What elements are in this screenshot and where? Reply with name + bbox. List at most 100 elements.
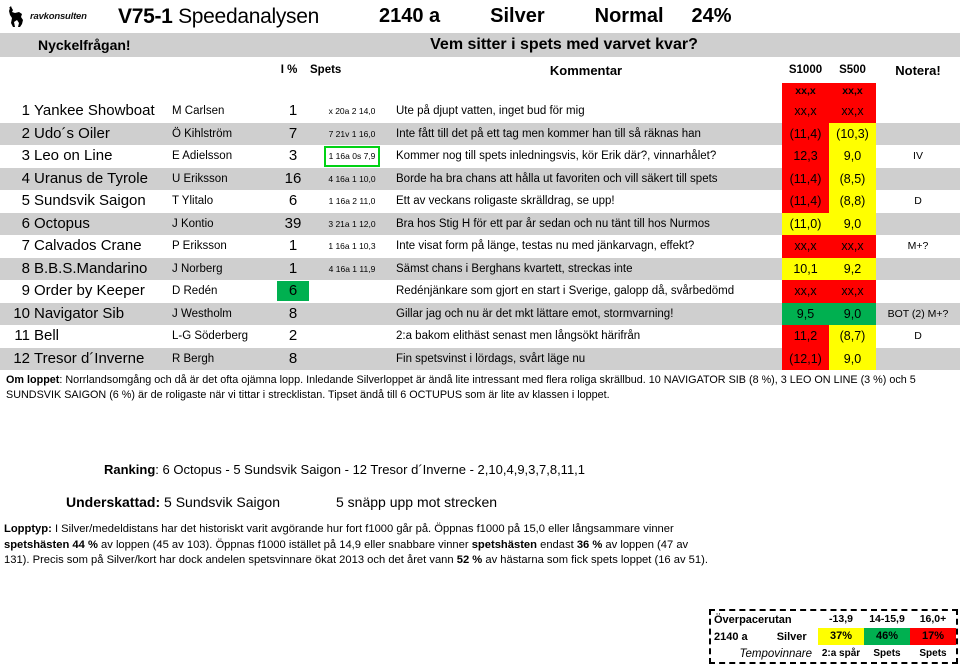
row-percent-cell: 39 bbox=[276, 213, 310, 236]
row-notera-value bbox=[876, 100, 960, 123]
row-s500-value: 9,0 bbox=[829, 302, 876, 325]
table-row: 5 Sundsvik Saigon T Ylitalo 6 1 16a 2 11,0 Et… bbox=[0, 190, 960, 213]
row-s500-value: (8,8) bbox=[829, 190, 876, 213]
row-notera-value: IV bbox=[913, 150, 923, 162]
row-percent-value: 39 bbox=[284, 214, 302, 232]
row-percent-value: 2 bbox=[288, 327, 298, 344]
row-comment: Fin spetsvinst i lördags, svårt läge nu bbox=[396, 352, 586, 365]
page-title: V75-1 Speedanalysen bbox=[118, 5, 319, 29]
row-notera-value: D bbox=[914, 330, 922, 342]
legend-spacer-horse bbox=[34, 83, 172, 100]
row-s1000-value: xx,x bbox=[782, 280, 829, 303]
row-percent-value: 8 bbox=[288, 304, 298, 322]
row-driver-name: D Redén bbox=[172, 285, 218, 297]
row-percent-cell: 7 bbox=[276, 123, 310, 146]
row-s1000-value: 9,5 bbox=[782, 302, 829, 325]
row-s1000-value: xx,x bbox=[782, 100, 829, 123]
row-horse-name: Order by Keeper bbox=[34, 282, 145, 299]
overpace-distance-class: 2140 a Silver bbox=[711, 631, 818, 643]
column-header-notera: Notera! bbox=[895, 62, 941, 78]
lopptyp-part1: I Silver/medeldistans har det historiskt… bbox=[51, 523, 674, 536]
overpace-result-2: Spets bbox=[873, 648, 901, 659]
row-s1000-value: (11,0) bbox=[782, 212, 829, 235]
row-horse-name: Leo on Line bbox=[34, 147, 113, 164]
row-start-number: 11 bbox=[14, 327, 30, 344]
row-s1000-value: (12,1) bbox=[782, 347, 829, 370]
row-comment: Sämst chans i Berghans kvartett, strecka… bbox=[396, 262, 633, 275]
row-notera-value: M+? bbox=[907, 240, 929, 252]
row-start-number: 9 bbox=[21, 282, 30, 299]
table-row: 4 Uranus de Tyrole U Eriksson 16 4 16a 1 10,… bbox=[0, 167, 960, 191]
row-start-number: 6 bbox=[21, 214, 30, 232]
row-start-number: 2 bbox=[21, 124, 30, 142]
table-row: 12 Tresor d´Inverne R Bergh 8 Fin spetsvinst… bbox=[0, 347, 960, 371]
overpace-range-1: -13,9 bbox=[829, 613, 853, 625]
row-s500-value: 9,0 bbox=[829, 145, 876, 168]
row-start-number: 7 bbox=[21, 237, 30, 254]
row-percent-value: 8 bbox=[288, 349, 298, 367]
row-driver-name: E Adielsson bbox=[172, 150, 233, 162]
row-horse-name: Tresor d´Inverne bbox=[34, 349, 145, 367]
row-percent-value: 6 bbox=[277, 281, 309, 301]
row-driver-name: J Kontio bbox=[172, 217, 214, 230]
ranking-value: : 6 Octopus - 5 Sundsvik Saigon - 12 Tre… bbox=[155, 462, 586, 478]
about-label: Om loppet bbox=[6, 374, 60, 386]
lopptyp-label: Lopptyp: bbox=[4, 523, 52, 536]
row-horse-name: Navigator Sib bbox=[34, 304, 125, 322]
row-s500-value: (10,3) bbox=[829, 122, 876, 145]
row-comment: Inte visat form på länge, testas nu med … bbox=[396, 240, 695, 252]
race-percent: 24% bbox=[691, 5, 732, 27]
row-comment: Ett av veckans roligaste skrälldrag, se … bbox=[396, 195, 615, 207]
overpace-pct-2: 46% bbox=[864, 628, 910, 645]
row-s500-value: 9,2 bbox=[829, 257, 876, 280]
row-s1000-value: (11,4) bbox=[782, 122, 829, 145]
row-driver-name: R Bergh bbox=[172, 352, 215, 365]
row-driver-name: T Ylitalo bbox=[172, 195, 214, 207]
table-row: 7 Calvados Crane P Eriksson 1 1 16a 1 10,3 In… bbox=[0, 235, 960, 258]
row-start-number: 12 bbox=[13, 349, 30, 367]
row-spets-value: 1 16a 2 11,0 bbox=[328, 196, 376, 206]
row-spets-cell bbox=[310, 348, 394, 371]
row-horse-name: Uranus de Tyrole bbox=[34, 169, 148, 187]
row-percent-value: 1 bbox=[288, 259, 298, 277]
table-row: 3 Leo on Line E Adielsson 3 1 16a 0s 7,9 Komm… bbox=[0, 145, 960, 168]
row-start-number: 3 bbox=[21, 147, 30, 164]
row-horse-name: Bell bbox=[34, 327, 60, 344]
lopptyp-part3: endast bbox=[537, 538, 577, 551]
key-question-text: Vem sitter i spets med varvet kvar? bbox=[430, 36, 698, 53]
row-notera-value bbox=[876, 258, 960, 281]
overpace-result-row: Tempovinnare 2:a spår Spets Spets bbox=[711, 645, 956, 662]
race-id: V75-1 bbox=[118, 4, 173, 28]
row-spets-cell: 7 21v 1 16,0 bbox=[310, 123, 394, 146]
row-s500-value: 9,0 bbox=[829, 212, 876, 235]
ranking-line: Ranking: 6 Octopus - 5 Sundsvik Saigon -… bbox=[0, 460, 960, 480]
row-percent-cell: 3 bbox=[276, 145, 310, 168]
row-notera-value bbox=[876, 168, 960, 191]
row-driver-name: U Eriksson bbox=[172, 172, 228, 185]
row-spets-value: 7 21v 1 16,0 bbox=[328, 128, 376, 139]
row-percent-cell: 1 bbox=[276, 258, 310, 281]
row-spets-value: 1 16a 0s 7,9 bbox=[323, 146, 381, 167]
horses-table: 1 Yankee Showboat M Carlsen 1 x 20a 2 14,0 Ut… bbox=[0, 100, 960, 370]
row-spets-value: 1 16a 1 10,3 bbox=[328, 241, 376, 251]
row-percent-cell: 1 bbox=[276, 100, 310, 123]
column-header-pct: I % bbox=[280, 64, 298, 76]
table-row: 10 Navigator Sib J Westholm 8 Gillar jag och… bbox=[0, 302, 960, 325]
row-percent-value: 7 bbox=[288, 124, 298, 142]
legend-spacer-driver bbox=[172, 83, 276, 100]
row-percent-value: 1 bbox=[288, 102, 298, 119]
table-row: 1 Yankee Showboat M Carlsen 1 x 20a 2 14,0 Ut… bbox=[0, 100, 960, 123]
lopptyp-paragraph: Lopptyp: I Silver/medeldistans har det h… bbox=[0, 522, 960, 568]
lopptyp-bold4: 52 % bbox=[456, 554, 483, 566]
lopptyp-bold2: spetshästen bbox=[471, 538, 537, 551]
row-spets-cell: 1 16a 2 11,0 bbox=[310, 190, 394, 213]
row-notera-value bbox=[876, 348, 960, 371]
row-spets-value: 4 16a 1 11,9 bbox=[328, 263, 376, 274]
overpace-range-2: 14-15,9 bbox=[869, 613, 905, 625]
row-s1000-value: (11,4) bbox=[782, 167, 829, 190]
row-comment: Redénjänkare som gjort en start i Sverig… bbox=[396, 285, 735, 297]
legend-notera bbox=[876, 83, 960, 100]
lopptyp-bold1: spetshästen 44 % bbox=[4, 538, 98, 551]
row-s1000-value: (11,4) bbox=[782, 190, 829, 213]
page-header: ravkonsulten V75-1 Speedanalysen 2140 a … bbox=[0, 0, 960, 33]
